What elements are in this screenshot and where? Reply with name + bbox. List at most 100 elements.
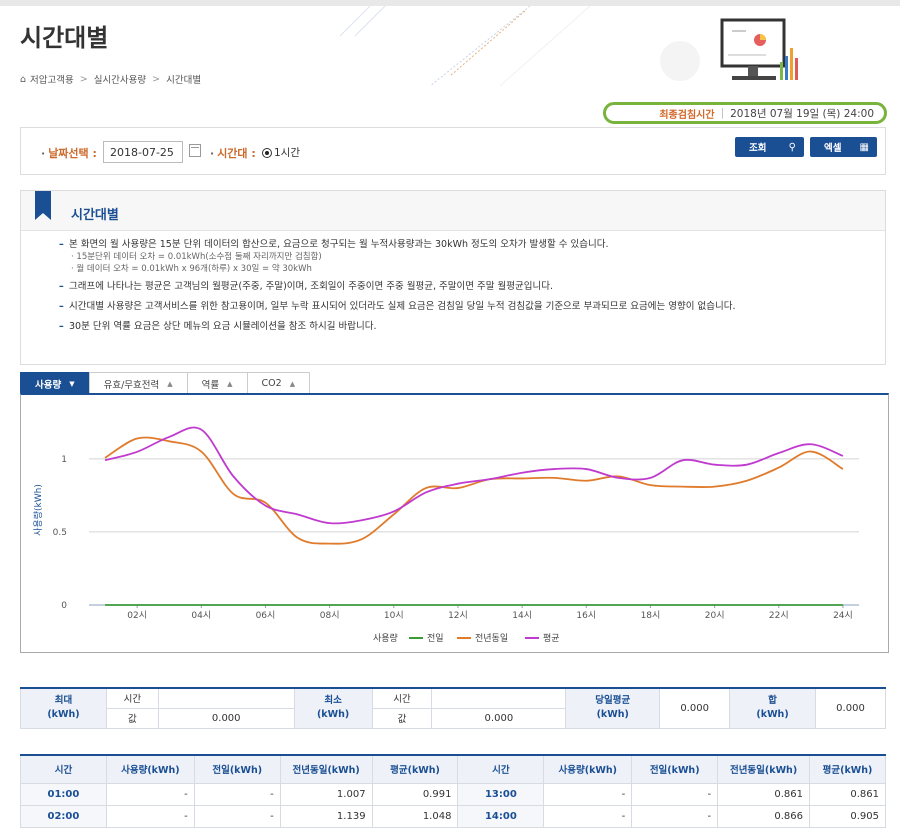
table-cell: 1.139 xyxy=(279,804,373,828)
date-label: · 날짜선택 : xyxy=(41,147,97,160)
breadcrumb-separator: > xyxy=(152,73,161,85)
page: 시간대별 ⌂ 저압고객용 > 실시간사용량 > 시간대별 최종검침시간 | 20… xyxy=(0,0,900,839)
chart-tabs: 사용량 ▼ 유효/무효전력 ▲ 역률 ▲ CO2 ▲ xyxy=(20,372,311,394)
radio-selected-icon[interactable] xyxy=(262,147,272,158)
legend-label: 전년동일 xyxy=(475,633,508,644)
day-average-header: 당일평균 (kWh) xyxy=(565,687,661,729)
legend-label: 전일 xyxy=(427,633,444,644)
calendar-icon[interactable] xyxy=(189,144,201,157)
column-header: 시간 xyxy=(457,754,545,784)
notice-item-text: 본 화면의 월 사용량은 15분 단위 데이터의 합산으로, 요금으로 청구되는… xyxy=(69,239,609,250)
column-header: 사용량(kWh) xyxy=(543,754,633,784)
y-tick-label: 1 xyxy=(61,455,67,465)
table-cell: 13:00 xyxy=(457,782,545,806)
min-time-label: 시간 xyxy=(371,687,433,709)
chevron-up-icon: ▲ xyxy=(227,379,233,388)
x-tick-label: 20시 xyxy=(705,610,725,621)
x-tick-label: 06시 xyxy=(256,610,276,621)
x-tick-label: 22시 xyxy=(769,610,789,621)
last-inspection-box: 최종검침시간 | 2018년 07월 19일 (목) 24:00 xyxy=(603,102,887,124)
excel-button-label: 엑셀 xyxy=(824,143,842,154)
y-axis-label: 사용량(kWh) xyxy=(32,484,44,536)
column-header: 시간 xyxy=(20,754,107,784)
series-line-전년동일 xyxy=(104,436,844,545)
max-time-value xyxy=(157,687,295,709)
notice-item: 본 화면의 월 사용량은 15분 단위 데이터의 합산으로, 요금으로 청구되는… xyxy=(59,239,879,275)
breadcrumb-item-3: 시간대별 xyxy=(166,75,202,86)
min-value-label: 값 xyxy=(371,707,433,729)
max-value: 0.000 xyxy=(157,707,295,729)
breadcrumb-item-1[interactable]: 저압고객용 xyxy=(30,72,74,86)
table-cell: 0.861 xyxy=(717,782,811,806)
bookmark-icon xyxy=(35,191,51,220)
hourly-data-table: 시간 사용량(kWh) 전일(kWh) 전년동일(kWh) 평균(kWh) 시간… xyxy=(20,754,886,828)
legend-title: 사용량 xyxy=(373,632,398,644)
breadcrumb-separator: > xyxy=(79,73,88,85)
table-cell: 1.048 xyxy=(371,804,459,828)
notice-title: 시간대별 xyxy=(71,208,119,223)
monitor-graphic xyxy=(720,18,798,80)
time-option-label: 1시간 xyxy=(274,147,301,159)
max-header: 최대 (kWh) xyxy=(20,687,107,729)
time-option-radio[interactable]: 1시간 xyxy=(262,145,300,160)
min-time-value xyxy=(431,687,567,709)
home-icon[interactable]: ⌂ xyxy=(20,74,26,85)
notice-subitem: 월 데이터 오차 = 0.01kWh x 96개(하루) x 30일 = 약 3… xyxy=(69,263,879,275)
table-cell: 0.905 xyxy=(809,804,886,828)
column-header: 평균(kWh) xyxy=(809,754,886,784)
y-tick-label: 0 xyxy=(61,601,67,611)
search-icon: ⚲ xyxy=(788,141,796,153)
tab-power-factor[interactable]: 역률 ▲ xyxy=(186,372,248,394)
x-tick-label: 24시 xyxy=(833,610,853,621)
chevron-down-icon: ▼ xyxy=(69,379,75,388)
table-cell: - xyxy=(193,804,281,828)
notice-list: 본 화면의 월 사용량은 15분 단위 데이터의 합산으로, 요금으로 청구되는… xyxy=(59,239,879,341)
sum-value: 0.000 xyxy=(815,687,886,729)
divider: | xyxy=(720,107,725,119)
table-cell: - xyxy=(631,782,719,806)
notice-panel: 시간대별 본 화면의 월 사용량은 15분 단위 데이터의 합산으로, 요금으로… xyxy=(20,190,886,365)
breadcrumb-item-2[interactable]: 실시간사용량 xyxy=(94,72,146,86)
search-panel: ·날짜선택 : ·시간대 : 1시간 조회 ⚲ 엑셀 ▦ xyxy=(20,127,886,175)
tab-usage[interactable]: 사용량 ▼ xyxy=(20,372,90,394)
table-cell: - xyxy=(105,782,195,806)
table-cell: 0.861 xyxy=(809,782,886,806)
query-button[interactable]: 조회 ⚲ xyxy=(735,137,804,157)
x-tick-label: 02시 xyxy=(127,610,147,621)
table-cell: - xyxy=(543,804,633,828)
x-tick-label: 04시 xyxy=(191,610,211,621)
time-label: · 시간대 : xyxy=(210,147,256,160)
summary-table: 최대 (kWh) 시간 최소 (kWh) 시간 당일평균 (kWh) 0.000… xyxy=(20,687,886,729)
table-cell: 0.866 xyxy=(717,804,811,828)
excel-button[interactable]: 엑셀 ▦ xyxy=(810,137,877,157)
notice-item: 30분 단위 역률 요금은 상단 메뉴의 요금 시뮬레이션을 참조 하시길 바랍… xyxy=(59,321,879,333)
table-cell: - xyxy=(105,804,195,828)
min-value: 0.000 xyxy=(431,707,567,729)
page-title: 시간대별 xyxy=(20,24,109,52)
column-header: 사용량(kWh) xyxy=(105,754,195,784)
notice-item: 시간대별 사용량은 고객서비스를 위한 참고용이며, 일부 누락 표시되어 있더… xyxy=(59,301,879,313)
inspection-label: 최종검침시간 xyxy=(659,109,715,121)
x-tick-label: 08시 xyxy=(320,610,340,621)
min-header: 최소 (kWh) xyxy=(293,687,373,729)
max-time-label: 시간 xyxy=(105,687,159,709)
x-tick-label: 18시 xyxy=(641,610,661,621)
notice-header: 시간대별 xyxy=(21,191,885,231)
tab-co2[interactable]: CO2 ▲ xyxy=(246,372,311,394)
table-cell: - xyxy=(631,804,719,828)
column-header: 전년동일(kWh) xyxy=(279,754,373,784)
date-input[interactable] xyxy=(103,141,183,163)
column-header: 전일(kWh) xyxy=(193,754,281,784)
column-header: 전일(kWh) xyxy=(631,754,719,784)
usage-chart: 0 0.5 1 사용량(kWh) 02시 04시 06시 08시 10시 12시 14시 16시 18시… xyxy=(32,426,859,644)
table-row: 01:00 - - 1.007 0.991 13:00 - - 0.861 0.… xyxy=(20,782,886,806)
chart-panel: 0 0.5 1 사용량(kWh) 02시 04시 06시 08시 10시 12시 14시 16시 18시… xyxy=(20,393,889,653)
tab-power[interactable]: 유효/무효전력 ▲ xyxy=(88,372,188,394)
table-cell: 0.991 xyxy=(371,782,459,806)
sum-header: 합 (kWh) xyxy=(729,687,816,729)
column-header: 평균(kWh) xyxy=(371,754,459,784)
table-cell: 1.007 xyxy=(279,782,373,806)
x-tick-label: 14시 xyxy=(512,610,532,621)
query-button-label: 조회 xyxy=(749,143,767,154)
chevron-up-icon: ▲ xyxy=(289,379,296,388)
